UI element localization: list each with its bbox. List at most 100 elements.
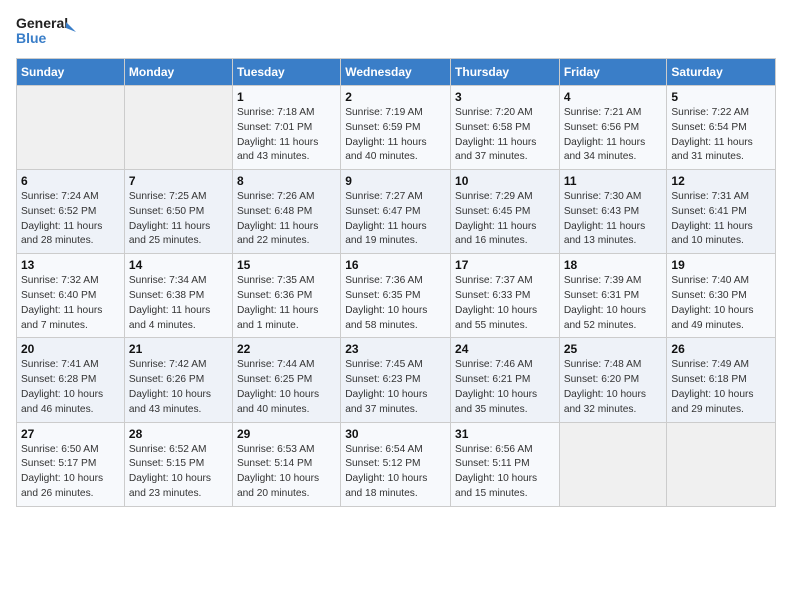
calendar-cell: 27 Sunrise: 6:50 AM Sunset: 5:17 PM Dayli… <box>17 422 125 506</box>
day-number: 15 <box>237 258 336 272</box>
day-info: Sunrise: 6:50 AM Sunset: 5:17 PM Dayligh… <box>21 443 120 502</box>
day-info: Sunrise: 7:30 AM Sunset: 6:43 PM Dayligh… <box>564 190 663 249</box>
weekday-header-sunday: Sunday <box>17 59 125 86</box>
weekday-header-thursday: Thursday <box>451 59 560 86</box>
day-number: 31 <box>455 427 555 441</box>
day-number: 14 <box>129 258 228 272</box>
calendar-cell: 10 Sunrise: 7:29 AM Sunset: 6:45 PM Dayli… <box>451 170 560 254</box>
day-info: Sunrise: 7:42 AM Sunset: 6:26 PM Dayligh… <box>129 358 228 417</box>
day-number: 1 <box>237 90 336 104</box>
day-number: 3 <box>455 90 555 104</box>
calendar-cell <box>559 422 667 506</box>
calendar-cell: 6 Sunrise: 7:24 AM Sunset: 6:52 PM Daylig… <box>17 170 125 254</box>
calendar-cell: 7 Sunrise: 7:25 AM Sunset: 6:50 PM Daylig… <box>124 170 232 254</box>
header: GeneralBlue <box>16 12 776 48</box>
day-info: Sunrise: 7:25 AM Sunset: 6:50 PM Dayligh… <box>129 190 228 249</box>
day-number: 29 <box>237 427 336 441</box>
calendar-cell: 22 Sunrise: 7:44 AM Sunset: 6:25 PM Dayli… <box>232 338 340 422</box>
calendar-cell: 19 Sunrise: 7:40 AM Sunset: 6:30 PM Dayli… <box>667 254 776 338</box>
day-info: Sunrise: 7:22 AM Sunset: 6:54 PM Dayligh… <box>671 106 771 165</box>
day-info: Sunrise: 7:41 AM Sunset: 6:28 PM Dayligh… <box>21 358 120 417</box>
day-info: Sunrise: 7:39 AM Sunset: 6:31 PM Dayligh… <box>564 274 663 333</box>
calendar-cell: 3 Sunrise: 7:20 AM Sunset: 6:58 PM Daylig… <box>451 86 560 170</box>
day-number: 27 <box>21 427 120 441</box>
calendar-cell <box>17 86 125 170</box>
calendar-cell <box>667 422 776 506</box>
day-number: 19 <box>671 258 771 272</box>
page-container: GeneralBlue SundayMondayTuesdayWednesday… <box>0 0 792 515</box>
day-info: Sunrise: 7:49 AM Sunset: 6:18 PM Dayligh… <box>671 358 771 417</box>
day-info: Sunrise: 7:20 AM Sunset: 6:58 PM Dayligh… <box>455 106 555 165</box>
calendar-cell: 30 Sunrise: 6:54 AM Sunset: 5:12 PM Dayli… <box>341 422 451 506</box>
day-info: Sunrise: 6:54 AM Sunset: 5:12 PM Dayligh… <box>345 443 446 502</box>
day-info: Sunrise: 7:48 AM Sunset: 6:20 PM Dayligh… <box>564 358 663 417</box>
calendar-cell: 9 Sunrise: 7:27 AM Sunset: 6:47 PM Daylig… <box>341 170 451 254</box>
day-info: Sunrise: 7:34 AM Sunset: 6:38 PM Dayligh… <box>129 274 228 333</box>
weekday-header-monday: Monday <box>124 59 232 86</box>
day-info: Sunrise: 7:40 AM Sunset: 6:30 PM Dayligh… <box>671 274 771 333</box>
weekday-header-saturday: Saturday <box>667 59 776 86</box>
svg-text:Blue: Blue <box>16 30 47 46</box>
day-number: 28 <box>129 427 228 441</box>
day-info: Sunrise: 7:44 AM Sunset: 6:25 PM Dayligh… <box>237 358 336 417</box>
calendar-cell: 28Sunrise: 6:52 AM Sunset: 5:15 PM Dayli… <box>124 422 232 506</box>
calendar-cell: 17Sunrise: 7:37 AM Sunset: 6:33 PM Dayli… <box>451 254 560 338</box>
calendar-cell: 1 Sunrise: 7:18 AM Sunset: 7:01 PM Daylig… <box>232 86 340 170</box>
day-number: 26 <box>671 342 771 356</box>
day-info: Sunrise: 7:35 AM Sunset: 6:36 PM Dayligh… <box>237 274 336 333</box>
calendar-cell: 8 Sunrise: 7:26 AM Sunset: 6:48 PM Daylig… <box>232 170 340 254</box>
logo-svg: GeneralBlue <box>16 12 76 48</box>
day-number: 4 <box>564 90 663 104</box>
calendar-cell: 14 Sunrise: 7:34 AM Sunset: 6:38 PM Dayli… <box>124 254 232 338</box>
weekday-header-tuesday: Tuesday <box>232 59 340 86</box>
day-info: Sunrise: 7:19 AM Sunset: 6:59 PM Dayligh… <box>345 106 446 165</box>
weekday-header-friday: Friday <box>559 59 667 86</box>
day-number: 9 <box>345 174 446 188</box>
calendar-cell: 26 Sunrise: 7:49 AM Sunset: 6:18 PM Dayli… <box>667 338 776 422</box>
calendar-cell: 13 Sunrise: 7:32 AM Sunset: 6:40 PM Dayli… <box>17 254 125 338</box>
weekday-header-wednesday: Wednesday <box>341 59 451 86</box>
day-number: 25 <box>564 342 663 356</box>
calendar-cell: 16 Sunrise: 7:36 AM Sunset: 6:35 PM Dayli… <box>341 254 451 338</box>
day-info: Sunrise: 7:36 AM Sunset: 6:35 PM Dayligh… <box>345 274 446 333</box>
day-number: 18 <box>564 258 663 272</box>
logo: GeneralBlue <box>16 12 76 48</box>
calendar-cell: 2 Sunrise: 7:19 AM Sunset: 6:59 PM Daylig… <box>341 86 451 170</box>
day-info: Sunrise: 7:26 AM Sunset: 6:48 PM Dayligh… <box>237 190 336 249</box>
day-number: 23 <box>345 342 446 356</box>
day-number: 30 <box>345 427 446 441</box>
calendar-cell: 20 Sunrise: 7:41 AM Sunset: 6:28 PM Dayli… <box>17 338 125 422</box>
day-info: Sunrise: 7:27 AM Sunset: 6:47 PM Dayligh… <box>345 190 446 249</box>
day-number: 24 <box>455 342 555 356</box>
calendar-cell: 25 Sunrise: 7:48 AM Sunset: 6:20 PM Dayli… <box>559 338 667 422</box>
day-info: Sunrise: 6:56 AM Sunset: 5:11 PM Dayligh… <box>455 443 555 502</box>
day-number: 2 <box>345 90 446 104</box>
calendar-cell: 11 Sunrise: 7:30 AM Sunset: 6:43 PM Dayli… <box>559 170 667 254</box>
day-info: Sunrise: 7:18 AM Sunset: 7:01 PM Dayligh… <box>237 106 336 165</box>
calendar-cell: 12Sunrise: 7:31 AM Sunset: 6:41 PM Dayli… <box>667 170 776 254</box>
day-number: 12 <box>671 174 771 188</box>
calendar-cell: 29 Sunrise: 6:53 AM Sunset: 5:14 PM Dayli… <box>232 422 340 506</box>
day-info: Sunrise: 7:24 AM Sunset: 6:52 PM Dayligh… <box>21 190 120 249</box>
svg-text:General: General <box>16 15 68 31</box>
day-info: Sunrise: 7:32 AM Sunset: 6:40 PM Dayligh… <box>21 274 120 333</box>
day-number: 10 <box>455 174 555 188</box>
calendar-cell: 5 Sunrise: 7:22 AM Sunset: 6:54 PM Daylig… <box>667 86 776 170</box>
calendar-cell: 21Sunrise: 7:42 AM Sunset: 6:26 PM Dayli… <box>124 338 232 422</box>
day-number: 5 <box>671 90 771 104</box>
day-info: Sunrise: 7:45 AM Sunset: 6:23 PM Dayligh… <box>345 358 446 417</box>
day-number: 6 <box>21 174 120 188</box>
day-number: 16 <box>345 258 446 272</box>
calendar-cell: 24Sunrise: 7:46 AM Sunset: 6:21 PM Dayli… <box>451 338 560 422</box>
day-info: Sunrise: 7:21 AM Sunset: 6:56 PM Dayligh… <box>564 106 663 165</box>
day-number: 8 <box>237 174 336 188</box>
day-number: 13 <box>21 258 120 272</box>
day-number: 22 <box>237 342 336 356</box>
day-number: 20 <box>21 342 120 356</box>
day-number: 17 <box>455 258 555 272</box>
day-number: 7 <box>129 174 228 188</box>
calendar-cell: 4 Sunrise: 7:21 AM Sunset: 6:56 PM Daylig… <box>559 86 667 170</box>
day-info: Sunrise: 6:53 AM Sunset: 5:14 PM Dayligh… <box>237 443 336 502</box>
day-info: Sunrise: 7:29 AM Sunset: 6:45 PM Dayligh… <box>455 190 555 249</box>
day-number: 11 <box>564 174 663 188</box>
